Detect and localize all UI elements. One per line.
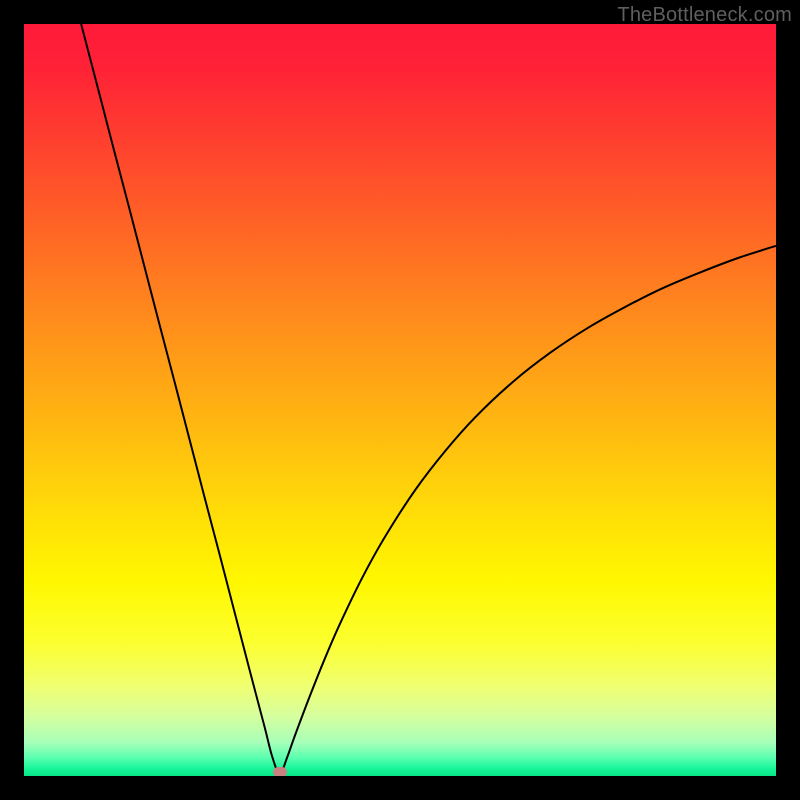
plot-area bbox=[24, 24, 776, 776]
outer-frame: TheBottleneck.com bbox=[0, 0, 800, 800]
optimum-marker bbox=[273, 767, 287, 776]
gradient-background bbox=[24, 24, 776, 776]
watermark-text: TheBottleneck.com bbox=[617, 4, 792, 27]
